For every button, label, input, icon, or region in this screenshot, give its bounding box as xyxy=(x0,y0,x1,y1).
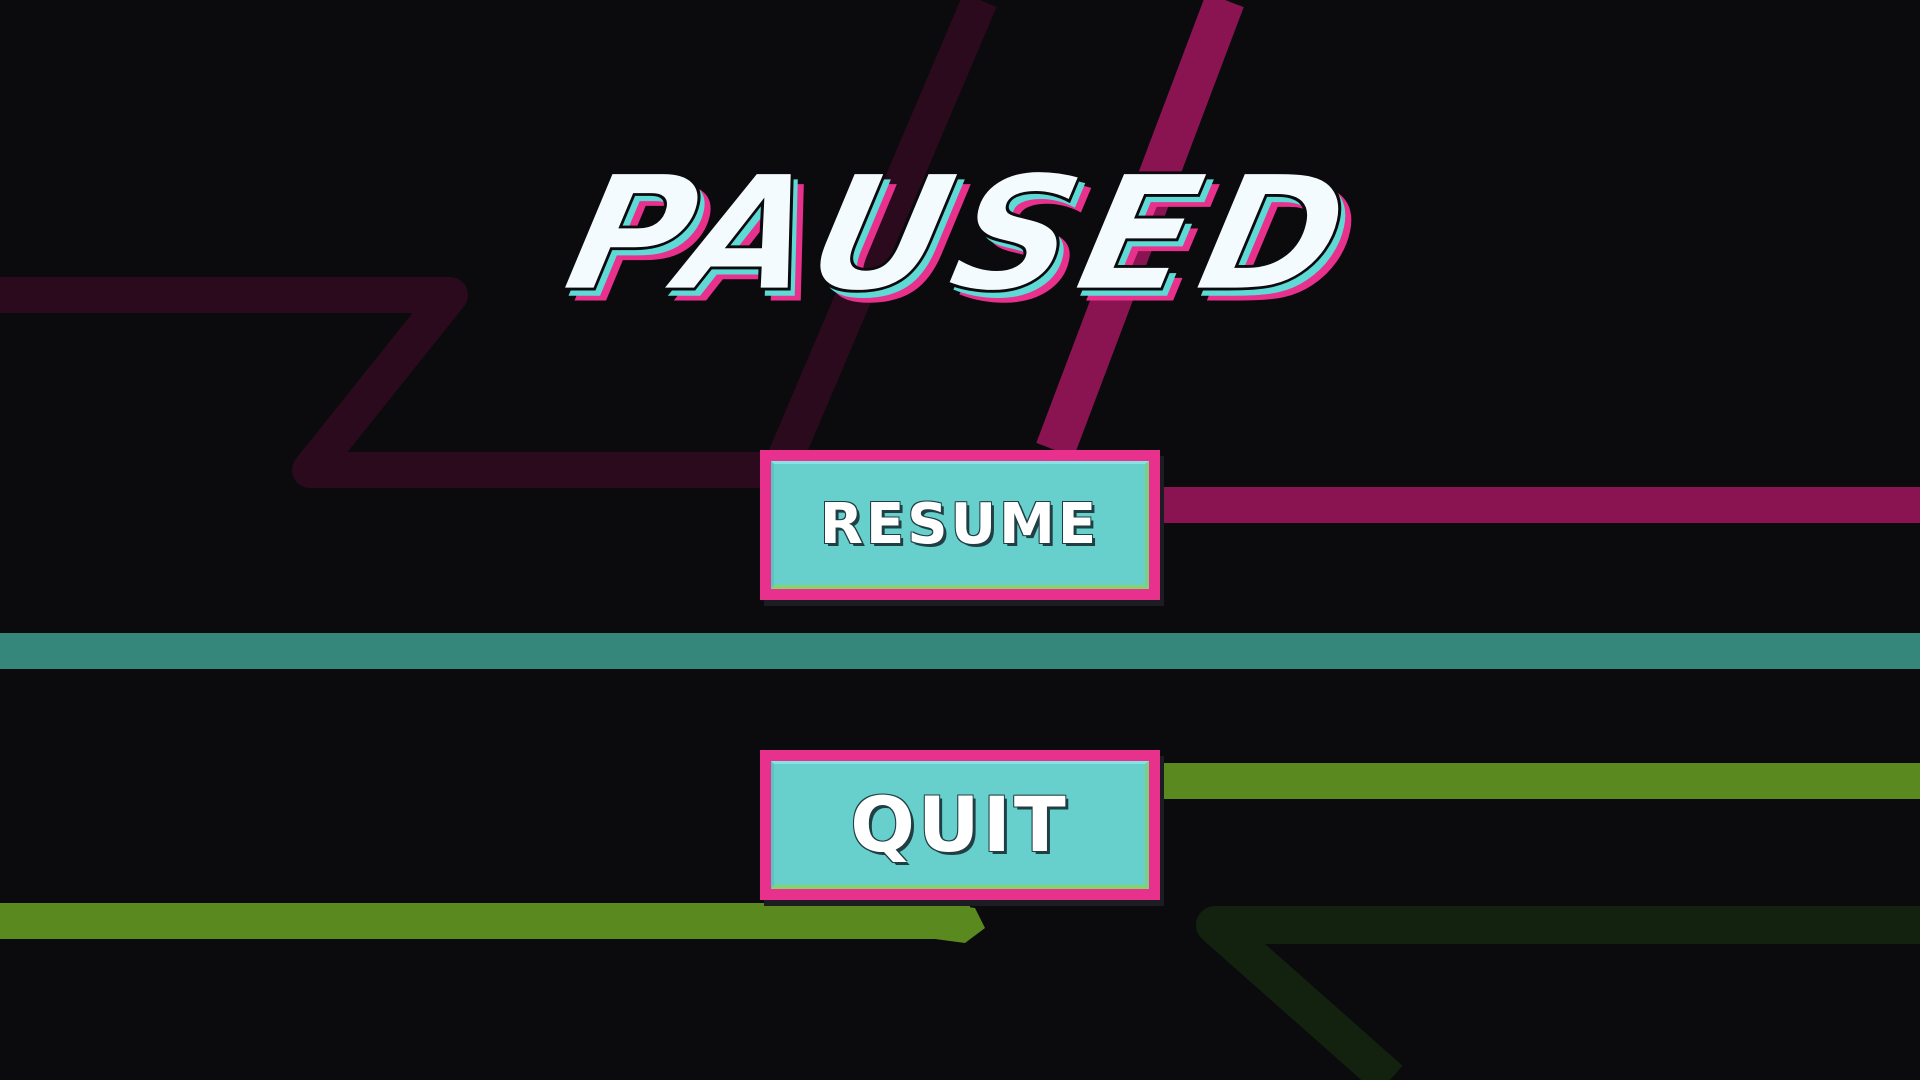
paused-title: PAUSED xyxy=(550,139,1370,328)
quit-button-label: QUIT xyxy=(850,780,1069,869)
resume-button[interactable]: RESUME xyxy=(760,450,1160,600)
resume-button-face[interactable]: RESUME xyxy=(771,461,1149,589)
stripe-green-right xyxy=(1160,763,1920,799)
stripe-teal xyxy=(0,633,1920,669)
stripe-dark-green xyxy=(1196,906,1920,1080)
quit-button-face[interactable]: QUIT xyxy=(771,761,1149,889)
pause-screen: PAUSED RESUME QUIT xyxy=(0,0,1920,1080)
quit-button[interactable]: QUIT xyxy=(760,750,1160,900)
resume-button-label: RESUME xyxy=(819,492,1100,557)
stripe-green-left xyxy=(0,903,970,939)
stripe-green-brush-end xyxy=(935,903,985,943)
